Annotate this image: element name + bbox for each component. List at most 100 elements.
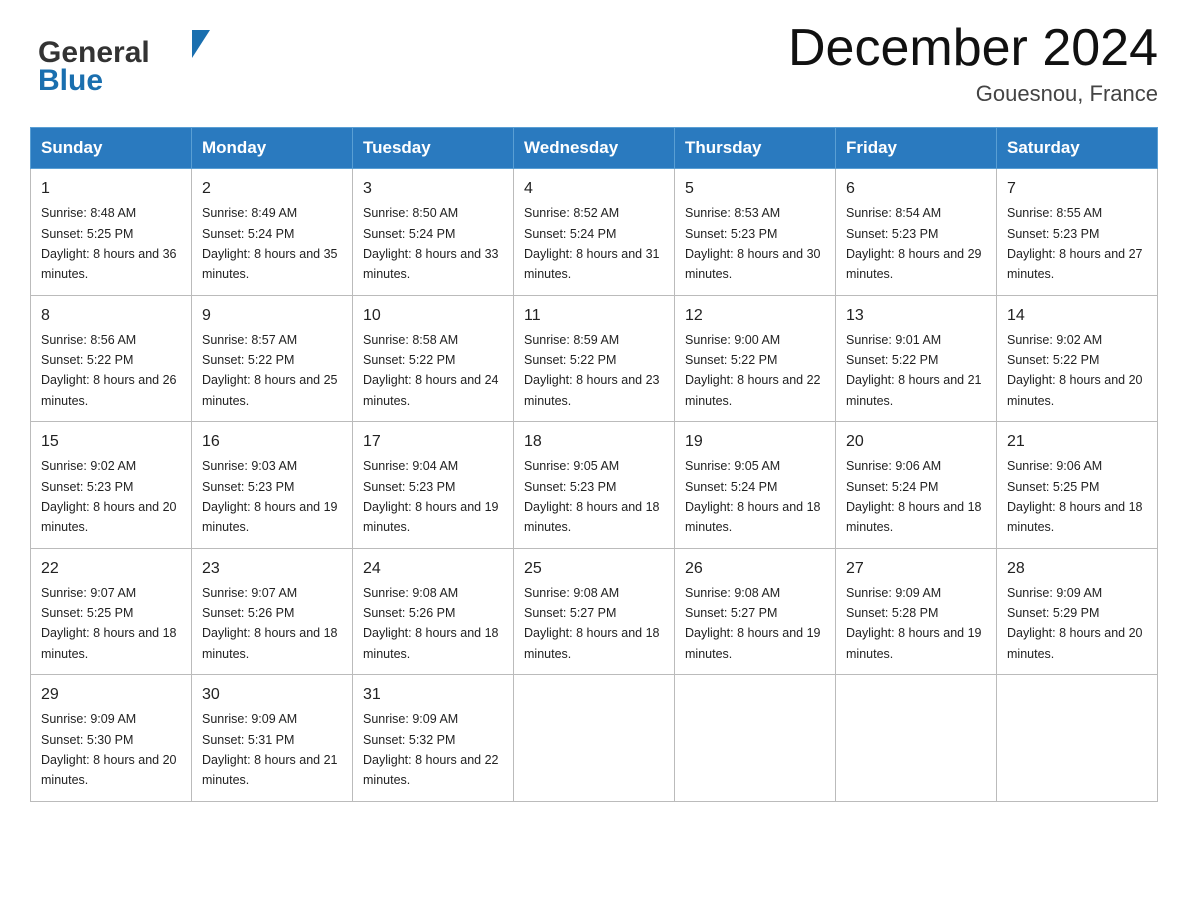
calendar-cell: 31 Sunrise: 9:09 AMSunset: 5:32 PMDaylig… [353,675,514,802]
calendar-cell: 30 Sunrise: 9:09 AMSunset: 5:31 PMDaylig… [192,675,353,802]
weekday-header-wednesday: Wednesday [514,128,675,169]
day-number: 19 [685,430,825,454]
day-number: 18 [524,430,664,454]
day-number: 11 [524,304,664,328]
day-info: Sunrise: 9:09 AMSunset: 5:31 PMDaylight:… [202,712,338,787]
weekday-header-row: SundayMondayTuesdayWednesdayThursdayFrid… [31,128,1158,169]
calendar-cell: 7 Sunrise: 8:55 AMSunset: 5:23 PMDayligh… [997,169,1158,296]
day-info: Sunrise: 9:06 AMSunset: 5:25 PMDaylight:… [1007,459,1143,534]
calendar-cell: 27 Sunrise: 9:09 AMSunset: 5:28 PMDaylig… [836,548,997,675]
month-title: December 2024 [788,20,1158,77]
day-number: 12 [685,304,825,328]
day-info: Sunrise: 8:50 AMSunset: 5:24 PMDaylight:… [363,206,499,281]
day-info: Sunrise: 9:02 AMSunset: 5:23 PMDaylight:… [41,459,177,534]
day-number: 30 [202,683,342,707]
day-number: 2 [202,177,342,201]
day-number: 1 [41,177,181,201]
logo: General Blue [30,20,220,100]
day-number: 5 [685,177,825,201]
calendar-cell: 4 Sunrise: 8:52 AMSunset: 5:24 PMDayligh… [514,169,675,296]
week-row-5: 29 Sunrise: 9:09 AMSunset: 5:30 PMDaylig… [31,675,1158,802]
calendar-cell: 15 Sunrise: 9:02 AMSunset: 5:23 PMDaylig… [31,422,192,549]
day-number: 17 [363,430,503,454]
day-info: Sunrise: 8:53 AMSunset: 5:23 PMDaylight:… [685,206,821,281]
calendar-cell: 21 Sunrise: 9:06 AMSunset: 5:25 PMDaylig… [997,422,1158,549]
calendar-cell: 10 Sunrise: 8:58 AMSunset: 5:22 PMDaylig… [353,295,514,422]
day-number: 31 [363,683,503,707]
day-info: Sunrise: 9:06 AMSunset: 5:24 PMDaylight:… [846,459,982,534]
weekday-header-saturday: Saturday [997,128,1158,169]
calendar-cell [675,675,836,802]
calendar-cell: 3 Sunrise: 8:50 AMSunset: 5:24 PMDayligh… [353,169,514,296]
day-info: Sunrise: 9:09 AMSunset: 5:28 PMDaylight:… [846,586,982,661]
day-number: 13 [846,304,986,328]
logo-svg: General Blue [30,20,220,100]
calendar-cell: 25 Sunrise: 9:08 AMSunset: 5:27 PMDaylig… [514,548,675,675]
calendar-cell: 13 Sunrise: 9:01 AMSunset: 5:22 PMDaylig… [836,295,997,422]
calendar-cell: 16 Sunrise: 9:03 AMSunset: 5:23 PMDaylig… [192,422,353,549]
weekday-header-tuesday: Tuesday [353,128,514,169]
day-info: Sunrise: 9:03 AMSunset: 5:23 PMDaylight:… [202,459,338,534]
day-number: 16 [202,430,342,454]
day-number: 9 [202,304,342,328]
calendar-cell: 26 Sunrise: 9:08 AMSunset: 5:27 PMDaylig… [675,548,836,675]
day-info: Sunrise: 9:08 AMSunset: 5:27 PMDaylight:… [524,586,660,661]
day-info: Sunrise: 8:59 AMSunset: 5:22 PMDaylight:… [524,333,660,408]
day-info: Sunrise: 8:52 AMSunset: 5:24 PMDaylight:… [524,206,660,281]
day-number: 23 [202,557,342,581]
page-header: General Blue December 2024 Gouesnou, Fra… [30,20,1158,107]
calendar-cell: 2 Sunrise: 8:49 AMSunset: 5:24 PMDayligh… [192,169,353,296]
calendar-cell: 11 Sunrise: 8:59 AMSunset: 5:22 PMDaylig… [514,295,675,422]
day-info: Sunrise: 8:57 AMSunset: 5:22 PMDaylight:… [202,333,338,408]
day-info: Sunrise: 9:08 AMSunset: 5:27 PMDaylight:… [685,586,821,661]
day-number: 7 [1007,177,1147,201]
day-number: 3 [363,177,503,201]
week-row-2: 8 Sunrise: 8:56 AMSunset: 5:22 PMDayligh… [31,295,1158,422]
day-number: 24 [363,557,503,581]
weekday-header-thursday: Thursday [675,128,836,169]
calendar-cell: 1 Sunrise: 8:48 AMSunset: 5:25 PMDayligh… [31,169,192,296]
day-number: 20 [846,430,986,454]
day-number: 8 [41,304,181,328]
calendar-cell: 18 Sunrise: 9:05 AMSunset: 5:23 PMDaylig… [514,422,675,549]
calendar-cell [514,675,675,802]
day-number: 6 [846,177,986,201]
day-info: Sunrise: 8:49 AMSunset: 5:24 PMDaylight:… [202,206,338,281]
day-number: 25 [524,557,664,581]
day-number: 4 [524,177,664,201]
day-number: 22 [41,557,181,581]
calendar-cell: 29 Sunrise: 9:09 AMSunset: 5:30 PMDaylig… [31,675,192,802]
calendar-cell: 14 Sunrise: 9:02 AMSunset: 5:22 PMDaylig… [997,295,1158,422]
weekday-header-sunday: Sunday [31,128,192,169]
day-info: Sunrise: 9:04 AMSunset: 5:23 PMDaylight:… [363,459,499,534]
day-number: 27 [846,557,986,581]
day-info: Sunrise: 9:02 AMSunset: 5:22 PMDaylight:… [1007,333,1143,408]
day-info: Sunrise: 8:48 AMSunset: 5:25 PMDaylight:… [41,206,177,281]
day-info: Sunrise: 8:55 AMSunset: 5:23 PMDaylight:… [1007,206,1143,281]
calendar-cell: 19 Sunrise: 9:05 AMSunset: 5:24 PMDaylig… [675,422,836,549]
calendar-cell: 5 Sunrise: 8:53 AMSunset: 5:23 PMDayligh… [675,169,836,296]
calendar-cell: 24 Sunrise: 9:08 AMSunset: 5:26 PMDaylig… [353,548,514,675]
day-info: Sunrise: 9:00 AMSunset: 5:22 PMDaylight:… [685,333,821,408]
calendar-cell: 9 Sunrise: 8:57 AMSunset: 5:22 PMDayligh… [192,295,353,422]
calendar-cell [836,675,997,802]
day-info: Sunrise: 9:05 AMSunset: 5:23 PMDaylight:… [524,459,660,534]
day-info: Sunrise: 8:58 AMSunset: 5:22 PMDaylight:… [363,333,499,408]
day-info: Sunrise: 9:07 AMSunset: 5:25 PMDaylight:… [41,586,177,661]
calendar-cell: 17 Sunrise: 9:04 AMSunset: 5:23 PMDaylig… [353,422,514,549]
day-info: Sunrise: 9:01 AMSunset: 5:22 PMDaylight:… [846,333,982,408]
calendar-cell: 8 Sunrise: 8:56 AMSunset: 5:22 PMDayligh… [31,295,192,422]
day-info: Sunrise: 9:09 AMSunset: 5:30 PMDaylight:… [41,712,177,787]
day-number: 26 [685,557,825,581]
calendar-cell: 28 Sunrise: 9:09 AMSunset: 5:29 PMDaylig… [997,548,1158,675]
day-info: Sunrise: 8:56 AMSunset: 5:22 PMDaylight:… [41,333,177,408]
calendar-cell: 23 Sunrise: 9:07 AMSunset: 5:26 PMDaylig… [192,548,353,675]
day-info: Sunrise: 9:08 AMSunset: 5:26 PMDaylight:… [363,586,499,661]
day-info: Sunrise: 9:09 AMSunset: 5:29 PMDaylight:… [1007,586,1143,661]
day-number: 29 [41,683,181,707]
calendar-cell: 12 Sunrise: 9:00 AMSunset: 5:22 PMDaylig… [675,295,836,422]
svg-text:Blue: Blue [38,64,103,97]
day-number: 21 [1007,430,1147,454]
week-row-3: 15 Sunrise: 9:02 AMSunset: 5:23 PMDaylig… [31,422,1158,549]
title-block: December 2024 Gouesnou, France [788,20,1158,107]
